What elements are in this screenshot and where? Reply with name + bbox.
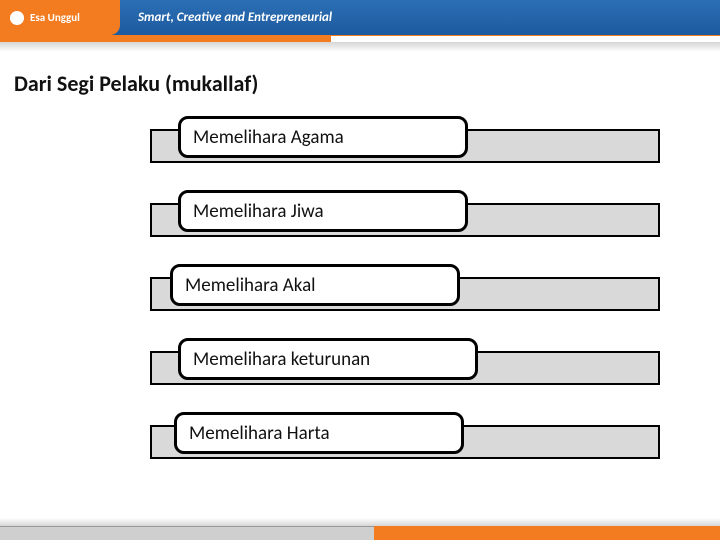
logo-icon [10, 11, 24, 25]
item-box: Memelihara keturunan [178, 338, 478, 380]
item-label: Memelihara Akal [185, 274, 316, 297]
header-shadow [0, 42, 720, 52]
list-item: Memelihara Harta [60, 411, 660, 465]
item-box: Memelihara Akal [170, 264, 460, 306]
list-item: Memelihara Akal [60, 263, 660, 317]
item-label: Memelihara Agama [193, 126, 344, 149]
item-label: Memelihara Jiwa [193, 200, 324, 223]
footer-bar [0, 526, 720, 540]
list-item: Memelihara Agama [60, 115, 660, 169]
brand-logo: Esa Unggul [0, 0, 120, 35]
footer-shadow [0, 518, 720, 526]
header-tagline: Smart, Creative and Entrepreneurial [138, 10, 332, 25]
list-item: Memelihara Jiwa [60, 189, 660, 243]
list-item: Memelihara keturunan [60, 337, 660, 391]
item-label: Memelihara keturunan [193, 348, 370, 371]
footer [0, 518, 720, 540]
header-bar: Esa Unggul Smart, Creative and Entrepren… [0, 0, 720, 36]
list-area: Memelihara Agama Memelihara Jiwa Memelih… [0, 115, 720, 465]
item-label: Memelihara Harta [189, 422, 330, 445]
footer-grey-strip [0, 526, 374, 540]
footer-orange-strip [374, 526, 720, 540]
brand-name: Esa Unggul [30, 11, 80, 24]
item-box: Memelihara Jiwa [178, 190, 468, 232]
item-box: Memelihara Harta [174, 412, 464, 454]
page-title: Dari Segi Pelaku (mukallaf) [14, 70, 720, 97]
item-box: Memelihara Agama [178, 116, 468, 158]
